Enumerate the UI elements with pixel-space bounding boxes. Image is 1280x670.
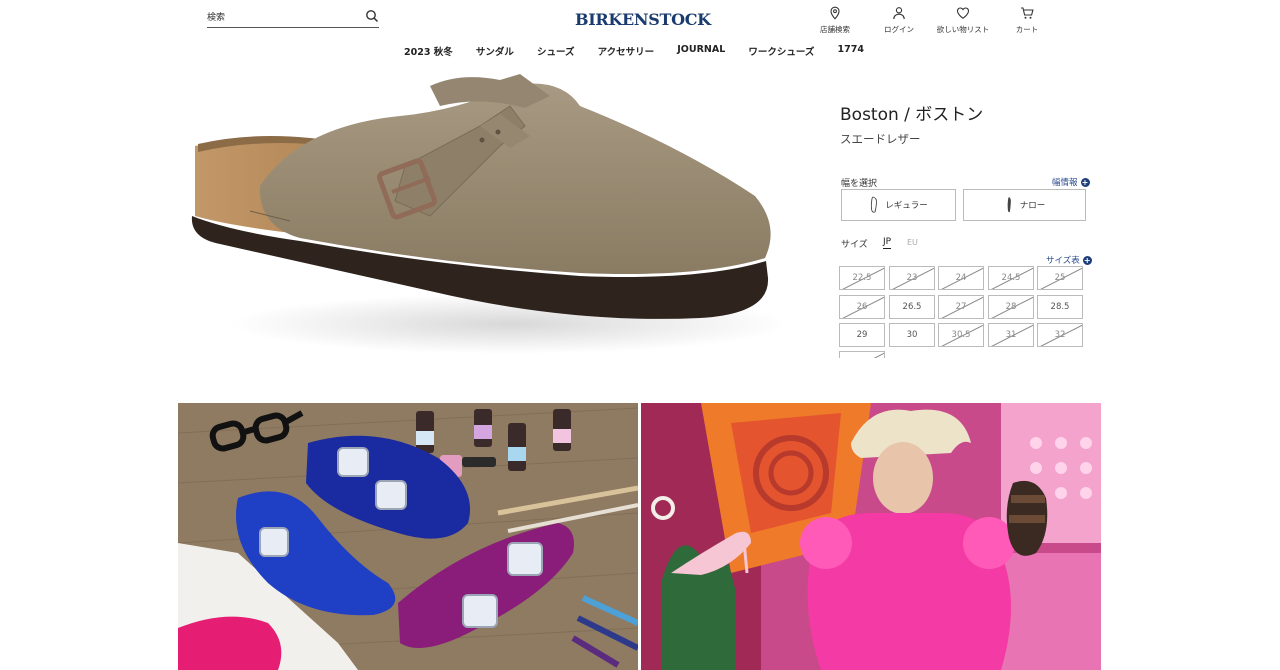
size-option[interactable]: 29 <box>839 323 885 347</box>
size-option[interactable]: 25 <box>1037 266 1083 290</box>
velvet-sandals-photo <box>178 403 638 670</box>
size-chart-link[interactable]: サイズ表 + <box>1046 254 1092 266</box>
size-grid: 22.5 23 24 24.5 25 26 26.5 27 28 28.5 29… <box>839 266 1089 358</box>
search-icon[interactable] <box>365 9 379 23</box>
size-option[interactable]: 26 <box>839 295 885 319</box>
nav-item-journal[interactable]: JOURNAL <box>677 44 725 58</box>
width-option-narrow-label: ナロー <box>1019 201 1046 211</box>
width-select-label: 幅を選択 <box>841 179 878 189</box>
width-option-regular-label: レギュラー <box>885 201 928 211</box>
main-nav: 2023 秋冬 サンダル シューズ アクセサリー JOURNAL ワークシューズ… <box>0 44 1280 62</box>
store-locator-button[interactable]: 店舗検索 <box>800 6 870 35</box>
heart-icon <box>956 7 970 19</box>
cart-icon <box>1021 7 1034 19</box>
product-material: スエードレザー <box>840 132 921 146</box>
nav-item-1774[interactable]: 1774 <box>838 44 864 58</box>
size-option[interactable]: 22.5 <box>839 266 885 290</box>
width-info-label: 幅情報 <box>1052 178 1078 188</box>
size-option[interactable]: 28 <box>988 295 1034 319</box>
nav-item-work-shoes[interactable]: ワークシューズ <box>748 44 814 58</box>
size-option[interactable]: 23 <box>889 266 935 290</box>
size-chart-label: サイズ表 <box>1046 256 1080 266</box>
pink-dress-scene-photo <box>641 403 1101 670</box>
wishlist-button[interactable]: 欲しい物リスト <box>928 6 998 35</box>
size-option[interactable]: 30 <box>889 323 935 347</box>
user-icon <box>893 7 905 20</box>
search-input[interactable] <box>207 10 357 26</box>
size-label: サイズ <box>841 240 868 250</box>
size-option[interactable]: 26.5 <box>889 295 935 319</box>
map-pin-icon <box>830 6 840 20</box>
nav-item-2023-fw[interactable]: 2023 秋冬 <box>404 44 453 58</box>
regular-foot-icon <box>871 196 878 213</box>
product-image-boston-clog <box>191 74 780 354</box>
size-option[interactable]: 28.5 <box>1037 295 1083 319</box>
wishlist-label: 欲しい物リスト <box>936 25 990 34</box>
brand-logo[interactable]: BIRKENSTOCK <box>575 8 711 32</box>
plus-circle-icon: + <box>1082 255 1092 265</box>
size-option[interactable]: 24 <box>938 266 984 290</box>
width-option-regular[interactable]: レギュラー <box>841 189 956 221</box>
size-option[interactable] <box>839 351 885 358</box>
cart-button[interactable]: カート <box>992 6 1062 35</box>
width-info-link[interactable]: 幅情報 + <box>1052 176 1090 188</box>
narrow-foot-icon <box>1007 197 1011 213</box>
login-label: ログイン <box>884 25 914 34</box>
plus-circle-icon: + <box>1080 177 1090 187</box>
nav-item-accessories[interactable]: アクセサリー <box>598 44 655 58</box>
size-option[interactable]: 31 <box>988 323 1034 347</box>
size-option[interactable]: 32 <box>1037 323 1083 347</box>
site-header: BIRKENSTOCK 店舗検索 ログイン 欲しい物リスト カート 2023 秋… <box>0 0 1280 66</box>
search-box[interactable] <box>207 8 379 28</box>
width-option-narrow[interactable]: ナロー <box>963 189 1086 221</box>
size-option[interactable]: 27 <box>938 295 984 319</box>
nav-item-sandals[interactable]: サンダル <box>476 44 514 58</box>
size-option[interactable]: 30.5 <box>938 323 984 347</box>
nav-item-shoes[interactable]: シューズ <box>537 44 575 58</box>
product-info-panel: Boston / ボストン スエードレザー <box>840 100 1100 147</box>
product-title: Boston / ボストン <box>840 105 984 125</box>
cart-label: カート <box>1015 25 1039 34</box>
size-tab-eu[interactable]: EU <box>907 238 918 247</box>
size-option[interactable]: 24.5 <box>988 266 1034 290</box>
size-tab-jp[interactable]: JP <box>883 237 892 249</box>
store-locator-label: 店舗検索 <box>820 25 850 34</box>
login-button[interactable]: ログイン <box>864 6 934 35</box>
